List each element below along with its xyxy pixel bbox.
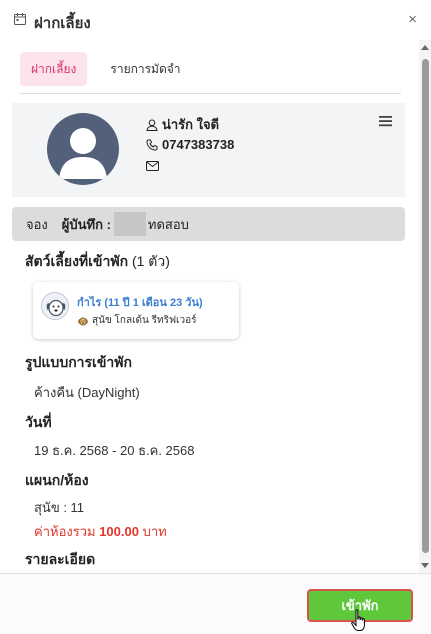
pet-breed-row: สุนัข โกลเด้น รีทริฟเวอร์ [77,313,196,328]
owner-phone-text: 0747383738 [162,137,235,152]
room-price-label: ค่าห้องรวม [34,524,96,539]
phone-icon [146,139,158,151]
pet-name: กำไร (11 ปี 1 เดือน 23 วัน) [77,297,203,309]
owner-name-text: น่ารัก ใจดี [162,117,220,132]
details-title: รายละเอียด [25,551,96,567]
recorder-value: ทดสอบ [147,216,189,232]
tab-boarding[interactable]: ฝากเลี้ยง [20,52,88,86]
pets-title-text: สัตว์เลี้ยงที่เข้าพัก [25,253,129,269]
dog-breed-icon [78,317,88,325]
room-price: ค่าห้องรวม 100.00 บาท [34,521,167,542]
room-price-unit: บาท [142,524,167,539]
dialog-title: ฝากเลี้ยง [34,15,91,32]
room-price-amount: 100.00 [99,524,139,539]
mail-icon[interactable] [146,161,159,171]
booking-status-bar: จอง ผู้บันทึก : ทดสอบ [12,207,405,241]
redacted-block [113,212,146,236]
scroll-up-arrow-icon[interactable] [421,45,429,50]
pets-section-title: สัตว์เลี้ยงที่เข้าพัก (1 ตัว) [25,251,170,273]
scrollbar-thumb[interactable] [422,59,429,553]
stay-type-value: ค้างคืน (DayNight) [34,385,140,400]
tab-bar: ฝากเลี้ยง รายการมัดจำ [20,52,192,86]
owner-profile-card: น่ารัก ใจดี 0747383738 [12,103,405,197]
dialog-footer: เข้าพัก [0,573,431,634]
recorder-label: ผู้บันทึก : [61,216,111,232]
hand-cursor-icon [351,609,365,631]
calendar-icon [14,13,26,25]
dates-value: 19 ธ.ค. 2568 - 20 ธ.ค. 2568 [34,443,195,458]
pets-count: (1 ตัว) [131,253,170,269]
pet-card[interactable]: กำไร (11 ปี 1 เดือน 23 วัน) สุนัข โกลเด้… [33,282,239,339]
stay-type-title: รูปแบบการเข้าพัก [25,354,132,370]
room-title: แผนก/ห้อง [25,472,89,488]
booking-status-label: จอง [26,216,48,232]
scroll-down-arrow-icon[interactable] [421,563,429,568]
dialog-body[interactable]: ฝากเลี้ยง รายการมัดจำ น่ารัก ใจดี 074738… [0,40,419,573]
owner-name: น่ารัก ใจดี [146,114,219,135]
tab-divider [20,93,401,94]
dialog-header: ฝากเลี้ยง × [0,0,431,40]
owner-phone: 0747383738 [146,137,234,152]
vertical-scrollbar[interactable] [419,40,431,573]
tab-deposits[interactable]: รายการมัดจำ [99,52,191,86]
close-icon[interactable]: × [408,11,417,28]
menu-icon[interactable] [379,115,392,127]
dog-icon [41,292,69,320]
avatar [47,113,119,185]
room-value: สุนัข : 11 [34,500,85,515]
pet-breed: สุนัข โกลเด้น รีทริฟเวอร์ [92,315,197,326]
user-icon [146,119,158,131]
dates-title: วันที่ [25,414,52,430]
